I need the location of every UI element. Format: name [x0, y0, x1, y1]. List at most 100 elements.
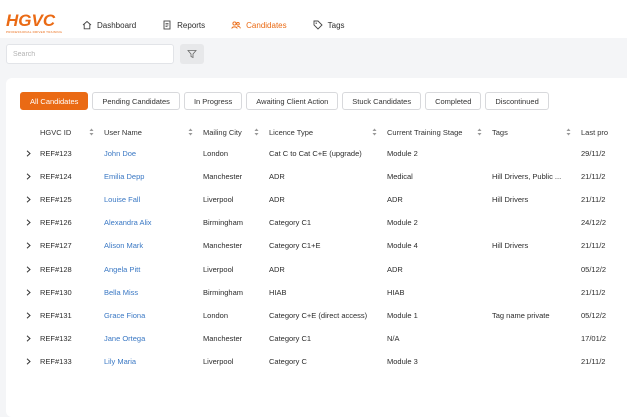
expand-row-cell[interactable] [6, 281, 40, 304]
tab-pending-candidates[interactable]: Pending Candidates [92, 92, 180, 110]
expand-row-cell[interactable] [6, 234, 40, 257]
chevron-right-icon[interactable] [26, 242, 31, 249]
chevron-right-icon[interactable] [26, 150, 31, 157]
cell-name[interactable]: Bella Miss [104, 281, 203, 304]
cell-name[interactable]: Angela Pitt [104, 257, 203, 280]
table-row[interactable]: REF#131 Grace Fiona London Category C+E (di… [6, 304, 627, 327]
sort-icon[interactable] [188, 128, 193, 136]
tab-all-candidates[interactable]: All Candidates [20, 92, 89, 110]
chevron-right-icon[interactable] [26, 289, 31, 296]
content-panel: All Candidates Pending Candidates In Pro… [0, 38, 627, 417]
status-tabs: All Candidates Pending Candidates In Pro… [20, 92, 553, 110]
cell-city: Liverpool [203, 264, 234, 274]
nav-item-candidates[interactable]: Candidates [231, 20, 287, 30]
table-row[interactable]: REF#128 Angela Pitt Liverpool ADR ADR 05/12/2 [6, 257, 627, 280]
table-row[interactable]: REF#132 Jane Ortega Manchester Category C1 N… [6, 327, 627, 350]
expand-row-cell[interactable] [6, 327, 40, 350]
chevron-right-icon[interactable] [26, 265, 31, 273]
cell-id: REF#127 [40, 241, 72, 251]
cell-last: 29/11/2 [581, 149, 606, 159]
cell-name[interactable]: Lily Maria [104, 350, 203, 373]
column-label: Last pro [581, 127, 609, 137]
table-row[interactable]: REF#130 Bella Miss Birmingham HIAB HIAB 21/11… [6, 281, 627, 304]
cell-last: 21/11/2 [581, 241, 606, 251]
cell-last: 21/11/2 [581, 287, 606, 297]
sort-icon[interactable] [89, 128, 94, 136]
chevron-right-icon[interactable] [26, 173, 31, 180]
cell-name[interactable]: Jane Ortega [104, 327, 203, 350]
expand-row-cell[interactable] [6, 165, 40, 188]
cell-stage: Module 3 [387, 356, 418, 366]
nav-label: Reports [177, 20, 206, 30]
cell-name[interactable]: Louise Fall [104, 188, 203, 211]
tab-completed[interactable]: Completed [425, 92, 482, 110]
chevron-right-icon[interactable] [26, 335, 31, 342]
document-icon [163, 20, 171, 30]
filter-button[interactable] [180, 44, 204, 64]
column-header-training-stage[interactable]: Current Training Stage [387, 122, 492, 142]
table-row[interactable]: REF#127 Alison Mark Manchester Category C1+… [6, 234, 627, 257]
cell-licence: Cat C to Cat C+E (upgrade) [269, 149, 362, 159]
chevron-right-icon[interactable] [26, 312, 31, 319]
table-row[interactable]: REF#133 Lily Maria Liverpool Category C Modu… [6, 350, 627, 373]
nav-item-dashboard[interactable]: Dashboard [82, 20, 136, 30]
cell-last: 21/11/2 [581, 195, 606, 205]
tab-stuck-candidates[interactable]: Stuck Candidates [342, 92, 422, 110]
column-header-user-name[interactable]: User Name [104, 122, 203, 142]
cell-tags [492, 281, 581, 304]
chevron-right-icon[interactable] [26, 219, 31, 226]
column-header-last-progress[interactable]: Last pro [581, 122, 627, 142]
logo[interactable]: HGVC PROFESSIONAL DRIVER TRAINING [6, 12, 62, 34]
cell-tags: Tag name private [492, 310, 550, 320]
cell-id: REF#128 [40, 264, 72, 274]
cell-stage: ADR [387, 195, 403, 205]
nav-item-reports[interactable]: Reports [162, 20, 205, 30]
cell-stage: Module 4 [387, 241, 418, 251]
tab-discontinued[interactable]: Discontinued [485, 92, 549, 110]
column-header-licence-type[interactable]: Licence Type [269, 122, 387, 142]
expand-row-cell[interactable] [6, 211, 40, 234]
cell-name[interactable]: John Doe [104, 142, 203, 165]
tab-awaiting-client-action[interactable]: Awaiting Client Action [246, 92, 339, 110]
table-row[interactable]: REF#124 Emilia Depp Manchester ADR Medical Hi… [6, 165, 627, 188]
cell-name[interactable]: Alexandra Alix [104, 211, 203, 234]
expand-row-cell[interactable] [6, 257, 40, 280]
expand-row-cell[interactable] [6, 142, 40, 165]
cell-name[interactable]: Emilia Depp [104, 165, 203, 188]
cell-licence: Category C1+E [269, 241, 321, 251]
expand-row-cell[interactable] [6, 188, 40, 211]
cell-city: Birmingham [203, 218, 244, 228]
cell-licence: Category C1 [269, 333, 312, 343]
search-input[interactable] [6, 44, 174, 64]
cell-city: London [203, 149, 229, 159]
chevron-right-icon[interactable] [26, 358, 31, 365]
cell-last: 21/11/2 [581, 356, 606, 366]
sort-icon[interactable] [566, 128, 571, 136]
expand-row-cell[interactable] [6, 350, 40, 373]
cell-name[interactable]: Alison Mark [104, 234, 203, 257]
cell-id: REF#132 [40, 333, 72, 343]
sort-icon[interactable] [254, 128, 259, 136]
cell-city: Birmingham [203, 287, 244, 297]
chevron-right-icon[interactable] [26, 196, 31, 203]
cell-tags [492, 142, 581, 165]
home-icon [82, 20, 92, 30]
tab-in-progress[interactable]: In Progress [183, 92, 243, 110]
sort-icon[interactable] [477, 128, 482, 136]
table-row[interactable]: REF#123 John Doe London Cat C to Cat C+E (u… [6, 142, 627, 165]
table-row[interactable]: REF#125 Louise Fall Liverpool ADR ADR Hill Dr… [6, 188, 627, 211]
cell-city: London [203, 310, 229, 320]
column-header-mailing-city[interactable]: Mailing City [203, 122, 269, 142]
cell-city: Manchester [203, 333, 243, 343]
cell-name[interactable]: Grace Fiona [104, 304, 203, 327]
cell-stage: N/A [387, 333, 400, 343]
expand-row-cell[interactable] [6, 304, 40, 327]
sort-icon[interactable] [372, 128, 377, 136]
logo-text: HGVC [6, 11, 56, 30]
column-header-tags[interactable]: Tags [492, 122, 581, 142]
cell-last: 17/01/2 [581, 333, 607, 343]
cell-last: 05/12/2 [581, 264, 607, 274]
table-row[interactable]: REF#126 Alexandra Alix Birmingham Category … [6, 211, 627, 234]
nav-item-tags[interactable]: Tags [313, 20, 345, 30]
column-header-hgvc-id[interactable]: HGVC ID [40, 122, 104, 142]
